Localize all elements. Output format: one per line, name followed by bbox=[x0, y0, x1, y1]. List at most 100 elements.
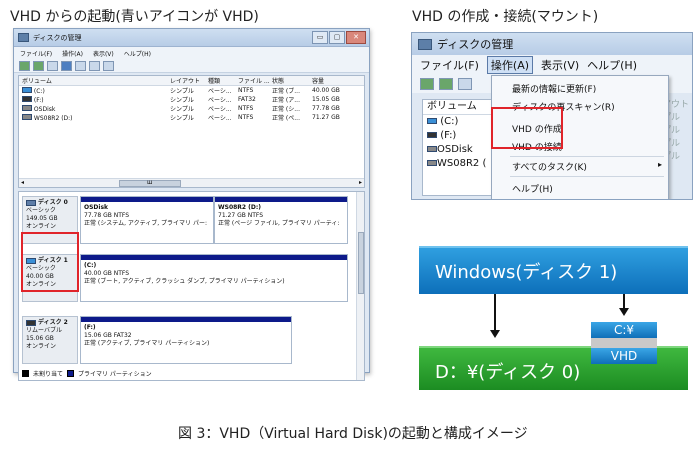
layout-cell: シンプル bbox=[170, 97, 194, 104]
status-cell: 正常 (ア... bbox=[272, 97, 300, 104]
volume-name: (C:) bbox=[440, 116, 459, 127]
table-row[interactable]: WS08R2 (D:) シンプル ベーシ... NTFS 正常 (ペ... 71… bbox=[19, 113, 364, 122]
col-status[interactable]: 状態 bbox=[272, 76, 312, 85]
properties-icon[interactable] bbox=[89, 60, 100, 71]
filesystem-cell: FAT32 bbox=[238, 96, 256, 103]
table-row[interactable]: (C:) シンプル ベーシ... NTFS 正常 (ブ... 40.00 GB bbox=[19, 86, 364, 95]
partition-size: 15.06 GB FAT32 bbox=[84, 332, 132, 339]
unallocated-swatch bbox=[22, 370, 29, 377]
menu-help[interactable]: ヘルプ(H) bbox=[124, 49, 151, 58]
arrow-head-down-icon bbox=[490, 330, 500, 338]
vertical-scrollbar[interactable] bbox=[356, 192, 364, 380]
menu-item-refresh[interactable]: 最新の情報に更新(F) bbox=[512, 82, 596, 95]
disk-name: ディスク 0 bbox=[38, 199, 68, 206]
col-type[interactable]: 種類 bbox=[208, 76, 238, 85]
scroll-grip: ш bbox=[147, 179, 153, 186]
partition-name: OSDisk bbox=[84, 204, 109, 211]
left-heading: VHD からの起動(青いアイコンが VHD) bbox=[10, 9, 259, 25]
disk-volume-icon bbox=[427, 146, 437, 152]
capacity-cell: 15.05 GB bbox=[312, 96, 340, 103]
partition-status: 正常 (ページ ファイル, プライマリ パーティ: bbox=[218, 220, 340, 227]
legend-unallocated: 未割り当て bbox=[33, 371, 64, 378]
window-titlebar: ディスクの管理 ▭ ▢ ✕ bbox=[14, 29, 369, 47]
window-title: ディスクの管理 bbox=[33, 33, 82, 42]
disk-type: ベーシック bbox=[26, 207, 56, 214]
disk-management-icon bbox=[18, 33, 29, 42]
volume-name: WS08R2 (D:) bbox=[33, 114, 73, 122]
status-cell: 正常 (ペ... bbox=[272, 115, 300, 122]
table-row[interactable]: (F:) シンプル ベーシ... FAT32 正常 (ア... 15.05 GB bbox=[19, 95, 364, 104]
volume-list: ボリューム レイアウト 種類 ファイル ... 状態 容量 (C:) シンプル … bbox=[18, 75, 365, 188]
removable-volume-icon bbox=[427, 132, 437, 138]
forward-icon[interactable] bbox=[439, 78, 453, 90]
highlight-vhd-menu-items bbox=[491, 107, 563, 149]
view-icon[interactable] bbox=[458, 78, 472, 90]
partition-status: 正常 (システム, アクティブ, プライマリ パー: bbox=[84, 220, 207, 227]
volume-list-header: ボリューム レイアウト 種類 ファイル ... 状態 容量 bbox=[19, 76, 364, 86]
menu-action[interactable]: 操作(A) bbox=[62, 49, 83, 58]
maximize-button[interactable]: ▢ bbox=[329, 31, 345, 44]
menu-view[interactable]: 表示(V) bbox=[93, 49, 114, 58]
removable-disk-icon bbox=[26, 320, 36, 326]
partition-size: 40.00 GB NTFS bbox=[84, 270, 130, 277]
filesystem-cell: NTFS bbox=[238, 87, 254, 94]
disk-size: 149.05 GB bbox=[26, 215, 58, 222]
close-button[interactable]: ✕ bbox=[346, 31, 366, 44]
capacity-cell: 40.00 GB bbox=[312, 87, 340, 94]
menu-action[interactable]: 操作(A) bbox=[486, 56, 534, 74]
disk-volume-icon bbox=[22, 104, 32, 111]
vhd-volume-icon bbox=[22, 86, 32, 93]
scroll-thumb[interactable] bbox=[358, 232, 364, 294]
col-capacity[interactable]: 容量 bbox=[312, 76, 348, 85]
capacity-cell: 71.27 GB bbox=[312, 114, 340, 121]
menu-view[interactable]: 表示(V) bbox=[541, 57, 579, 73]
col-volume[interactable]: ボリューム bbox=[19, 76, 170, 85]
help-icon[interactable] bbox=[61, 60, 72, 71]
disk-2-label[interactable]: ディスク 2 リムーバブル 15.06 GB オンライン bbox=[22, 316, 78, 364]
arrow-windows-to-vhd bbox=[623, 294, 625, 308]
volume-name: (C:) bbox=[33, 87, 45, 95]
layout-cell: シンプル bbox=[170, 106, 194, 113]
type-cell: ベーシ... bbox=[208, 88, 232, 95]
vhd-file: VHD bbox=[591, 348, 657, 364]
menu-item-help[interactable]: ヘルプ(H) bbox=[512, 182, 553, 195]
d-drive-disk0-label: D：¥(ディスク 0) bbox=[435, 362, 581, 383]
menu-file[interactable]: ファイル(F) bbox=[420, 57, 479, 73]
partition-name: WS08R2 (D:) bbox=[218, 204, 262, 211]
menu-file[interactable]: ファイル(F) bbox=[20, 49, 52, 58]
col-filesystem[interactable]: ファイル ... bbox=[238, 76, 272, 85]
list-icon[interactable] bbox=[75, 60, 86, 71]
col-layout[interactable]: レイアウト bbox=[170, 76, 208, 85]
back-icon[interactable] bbox=[19, 60, 30, 71]
disk-status: オンライン bbox=[26, 223, 57, 230]
windows-disk1-label: Windows(ディスク 1) bbox=[435, 262, 618, 283]
legend: 未割り当て プライマリ パーティション bbox=[22, 369, 152, 378]
menu-help[interactable]: ヘルプ(H) bbox=[587, 57, 637, 73]
filesystem-cell: NTFS bbox=[238, 114, 254, 121]
figure-caption: 図 3：VHD（Virtual Hard Disk)の起動と構成イメージ bbox=[178, 426, 528, 442]
disk-icon[interactable] bbox=[103, 60, 114, 71]
scroll-right-icon[interactable]: ▸ bbox=[359, 179, 362, 186]
submenu-arrow-icon: ▸ bbox=[657, 160, 662, 169]
status-cell: 正常 (シ... bbox=[272, 106, 300, 113]
minimize-button[interactable]: ▭ bbox=[312, 31, 328, 44]
menu-item-all-tasks[interactable]: すべてのタスク(K) bbox=[512, 160, 587, 173]
partition-size: 77.78 GB NTFS bbox=[84, 212, 130, 219]
back-icon[interactable] bbox=[420, 78, 434, 90]
partition-c[interactable]: (C:) 40.00 GB NTFS 正常 (ブート, アクティブ, クラッシュ… bbox=[80, 254, 348, 302]
horizontal-scrollbar[interactable]: ◂ ш ▸ bbox=[19, 178, 364, 187]
partition-osdisk[interactable]: OSDisk 77.78 GB NTFS 正常 (システム, アクティブ, プラ… bbox=[80, 196, 214, 244]
table-row[interactable]: OSDisk シンプル ベーシ... NTFS 正常 (シ... 77.78 G… bbox=[19, 104, 364, 113]
partition-f[interactable]: (F:) 15.06 GB FAT32 正常 (アクティブ, プライマリ パーテ… bbox=[80, 316, 292, 364]
forward-icon[interactable] bbox=[33, 60, 44, 71]
type-cell: ベーシ... bbox=[208, 115, 232, 122]
view-icon[interactable] bbox=[47, 60, 58, 71]
partition-ws08r2[interactable]: WS08R2 (D:) 71.27 GB NTFS 正常 (ページ ファイル, … bbox=[214, 196, 348, 244]
capacity-cell: 77.78 GB bbox=[312, 105, 340, 112]
volume-name: OSDisk bbox=[437, 144, 473, 155]
scroll-left-icon[interactable]: ◂ bbox=[21, 179, 24, 186]
disk-2-row: ディスク 2 リムーバブル 15.06 GB オンライン (F:) 15.06 … bbox=[22, 316, 354, 366]
disk-volume-icon bbox=[427, 160, 437, 166]
vhd-c-drive: C:¥ bbox=[591, 322, 657, 338]
disk-management-window: ディスクの管理 ▭ ▢ ✕ ファイル(F) 操作(A) 表示(V) ヘルプ(H)… bbox=[13, 28, 370, 381]
